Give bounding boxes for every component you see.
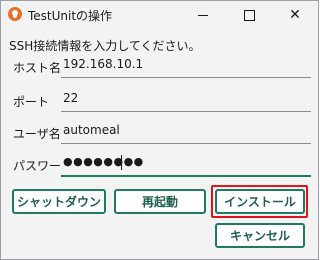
port-label: ポート xyxy=(13,95,50,109)
close-icon: ✕ xyxy=(289,7,301,23)
app-icon xyxy=(8,7,22,21)
port-input[interactable]: 22 xyxy=(61,87,311,112)
title-bar[interactable]: TestUnitの操作 ✕ xyxy=(1,1,318,29)
user-input[interactable]: automeal xyxy=(61,119,311,144)
password-value: ●●●●●●●● xyxy=(63,155,144,168)
instruction-text: SSH接続情報を入力してください。 xyxy=(9,39,201,53)
close-button[interactable]: ✕ xyxy=(272,1,318,29)
minimize-button[interactable] xyxy=(180,1,226,29)
dialog-window: TestUnitの操作 ✕ SSH接続情報を入力してください。 ホスト名 192… xyxy=(0,0,319,260)
user-value: automeal xyxy=(63,123,120,137)
maximize-icon xyxy=(243,9,255,21)
minimize-icon xyxy=(198,14,208,16)
window-title: TestUnitの操作 xyxy=(28,9,113,23)
restart-button[interactable]: 再起動 xyxy=(114,189,206,214)
cancel-button[interactable]: キャンセル xyxy=(215,223,305,248)
install-highlight-box xyxy=(211,185,308,218)
maximize-button[interactable] xyxy=(226,1,272,29)
shutdown-button[interactable]: シャットダウン xyxy=(12,189,106,214)
port-value: 22 xyxy=(63,91,79,105)
user-label: ユーザ名 xyxy=(13,127,61,141)
host-input[interactable]: 192.168.10.1 xyxy=(61,53,311,78)
host-value: 192.168.10.1 xyxy=(63,57,144,71)
host-label: ホスト名 xyxy=(13,61,62,75)
text-caret xyxy=(121,155,122,170)
password-input[interactable]: ●●●●●●●● xyxy=(61,151,311,177)
